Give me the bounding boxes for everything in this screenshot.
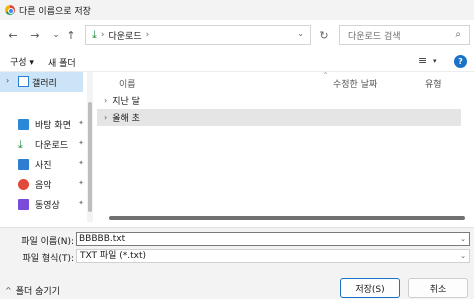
filename-row: 파일 이름(N): BBBBB.txt ⌄	[0, 232, 474, 247]
horizontal-scrollbar[interactable]	[109, 216, 465, 220]
breadcrumb-separator-end[interactable]: ›	[146, 30, 150, 40]
help-icon[interactable]: ?	[454, 55, 467, 68]
pin-icon: ✦	[78, 179, 84, 187]
sidebar-item-label: 사진	[35, 160, 52, 171]
download-icon: ⤓	[18, 137, 23, 151]
filename-label: 파일 이름(N):	[21, 237, 74, 247]
save-form: 파일 이름(N): BBBBB.txt ⌄ 파일 형식(T): TXT 파일 (…	[0, 227, 474, 299]
filetype-value: TXT 파일 (*.txt)	[80, 251, 147, 261]
hide-folders-toggle[interactable]: ^ 폴더 숨기기	[5, 284, 60, 297]
pin-icon: ✦	[78, 139, 84, 147]
sidebar-item-gallery[interactable]: › 갤러리	[0, 72, 83, 92]
chrome-icon	[5, 5, 15, 15]
sidebar-item-pictures[interactable]: 사진 ✦	[18, 156, 84, 172]
sort-indicator-icon: ^	[323, 72, 329, 79]
sidebar-item-label: 바탕 화면	[35, 120, 71, 131]
view-dropdown-icon[interactable]: ▾	[433, 57, 437, 65]
filetype-label: 파일 형식(T):	[22, 254, 74, 264]
title-bar: 다른 이름으로 저장	[0, 0, 474, 20]
column-header-name[interactable]: 이름	[119, 77, 136, 90]
pin-icon: ✦	[78, 199, 84, 207]
group-label: 지난 달	[112, 97, 140, 107]
pin-icon: ✦	[78, 119, 84, 127]
breadcrumb-separator: ›	[100, 30, 105, 40]
download-icon: ⤓	[92, 28, 97, 41]
address-bar[interactable]: ⤓ › 다운로드 › ⌄	[85, 25, 311, 45]
chevron-up-icon[interactable]: ^	[5, 286, 12, 295]
filetype-row: 파일 형식(T): TXT 파일 (*.txt) ⌄	[0, 249, 474, 264]
chevron-right-icon[interactable]: ›	[104, 113, 107, 122]
filetype-select[interactable]: TXT 파일 (*.txt) ⌄	[76, 249, 470, 263]
save-button[interactable]: 저장(S)	[340, 278, 400, 298]
desktop-icon	[18, 118, 29, 130]
navigation-bar: ← → ⌄ ↑ ⤓ › 다운로드 › ⌄ ↻ 다운로드 검색 ⌕	[0, 22, 474, 48]
sidebar-item-desktop[interactable]: 바탕 화면 ✦	[18, 116, 84, 132]
sidebar-item-videos[interactable]: 동영상 ✦	[18, 196, 84, 212]
sidebar-item-label: 갤러리	[32, 79, 57, 89]
refresh-icon[interactable]: ↻	[314, 25, 334, 45]
group-label: 올해 초	[112, 114, 140, 124]
breadcrumb-downloads[interactable]: 다운로드	[108, 29, 141, 42]
file-list: 이름 ^ 수정한 날짜 유형 › 지난 달 › 올해 초	[97, 72, 474, 225]
gallery-icon	[18, 76, 29, 87]
column-header-type[interactable]: 유형	[425, 77, 442, 90]
music-icon	[18, 178, 29, 190]
filename-input[interactable]: BBBBB.txt ⌄	[76, 232, 470, 246]
search-placeholder: 다운로드 검색	[348, 31, 401, 42]
group-header-last-month[interactable]: › 지난 달	[97, 92, 461, 109]
view-options-icon[interactable]: ≡	[418, 54, 427, 67]
sidebar-scrollbar[interactable]	[87, 72, 93, 222]
pin-icon: ✦	[78, 159, 84, 167]
column-header-row: 이름 ^ 수정한 날짜 유형	[97, 72, 474, 90]
sidebar-item-downloads[interactable]: ⤓ 다운로드 ✦	[18, 136, 84, 152]
navigation-pane: › 갤러리 바탕 화면 ✦ ⤓ 다운로드 ✦ 사진 ✦ 음악 ✦ 동영상 ✦	[0, 72, 96, 225]
organize-button[interactable]: 구성 ▾	[10, 55, 34, 68]
address-dropdown-icon[interactable]: ⌄	[297, 29, 304, 38]
group-header-earlier-this-year[interactable]: › 올해 초	[97, 109, 461, 126]
window-title: 다른 이름으로 저장	[19, 6, 91, 17]
chevron-right-icon[interactable]: ›	[104, 96, 107, 105]
chevron-down-icon[interactable]: ⌄	[460, 250, 466, 262]
forward-icon[interactable]: →	[26, 25, 44, 45]
sidebar-item-music[interactable]: 음악 ✦	[18, 176, 84, 192]
hide-folders-label[interactable]: 폴더 숨기기	[16, 284, 60, 297]
up-icon[interactable]: ↑	[62, 25, 80, 45]
search-icon[interactable]: ⌕	[455, 29, 461, 40]
sidebar-item-label: 음악	[35, 180, 52, 191]
sidebar-item-label: 다운로드	[35, 140, 69, 151]
chevron-down-icon[interactable]: ⌄	[460, 233, 466, 245]
filename-value[interactable]: BBBBB.txt	[79, 234, 125, 244]
search-input[interactable]: 다운로드 검색 ⌕	[339, 25, 470, 45]
scrollbar-thumb[interactable]	[88, 102, 92, 212]
videos-icon	[18, 198, 29, 210]
command-toolbar: 구성 ▾ 새 폴더 ≡ ▾ ?	[0, 52, 474, 72]
pictures-icon	[18, 158, 29, 170]
back-icon[interactable]: ←	[4, 25, 22, 45]
chevron-right-icon[interactable]: ›	[6, 76, 9, 85]
new-folder-button[interactable]: 새 폴더	[48, 56, 76, 69]
sidebar-item-label: 동영상	[35, 200, 60, 211]
column-header-modified[interactable]: 수정한 날짜	[333, 77, 377, 90]
cancel-button[interactable]: 취소	[408, 278, 468, 298]
